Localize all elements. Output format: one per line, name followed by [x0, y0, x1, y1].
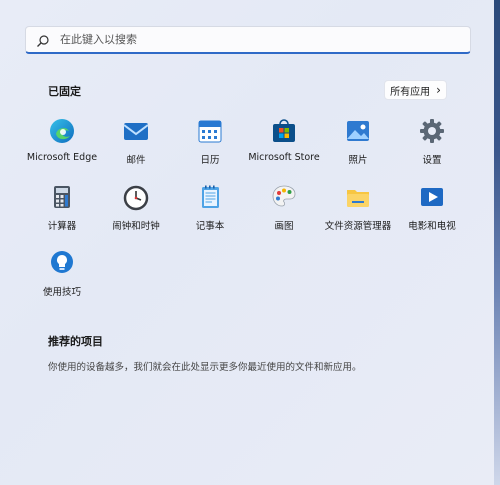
- app-tile-photos[interactable]: 照片: [321, 115, 395, 181]
- clock-icon: [122, 183, 150, 211]
- app-label: 使用技巧: [42, 287, 81, 298]
- search-input[interactable]: [58, 27, 442, 52]
- all-apps-label: 所有应用: [390, 86, 431, 98]
- app-tile-file-explorer[interactable]: 文件资源管理器: [321, 181, 395, 247]
- app-label: 设置: [422, 155, 442, 166]
- mail-icon: [122, 117, 150, 145]
- calculator-icon: [48, 183, 76, 211]
- search-icon: [36, 33, 50, 47]
- tips-icon: [48, 249, 76, 277]
- app-label: 文件资源管理器: [324, 221, 392, 232]
- recommended-title: 推荐的项目: [48, 335, 103, 348]
- app-label: 邮件: [126, 155, 146, 166]
- calendar-icon: [196, 117, 224, 145]
- app-label: 日历: [200, 155, 220, 166]
- search-box[interactable]: [25, 26, 471, 54]
- pinned-title: 已固定: [48, 85, 81, 98]
- app-label: 记事本: [195, 221, 225, 232]
- app-tile-paint[interactable]: 画图: [247, 181, 321, 247]
- movies-tv-icon: [418, 183, 446, 211]
- app-tile-tips[interactable]: 使用技巧: [25, 247, 99, 313]
- app-label: 闹钟和时钟: [112, 221, 160, 232]
- desktop-wallpaper-edge: [494, 0, 500, 485]
- app-label: 电影和电视: [408, 221, 456, 232]
- app-tile-settings[interactable]: 设置: [395, 115, 469, 181]
- app-label: 画图: [274, 221, 294, 232]
- settings-icon: [418, 117, 446, 145]
- paint-icon: [270, 183, 298, 211]
- app-label: 计算器: [47, 221, 77, 232]
- all-apps-button[interactable]: 所有应用 ›: [384, 80, 447, 100]
- photos-icon: [344, 117, 372, 145]
- app-tile-movies-tv[interactable]: 电影和电视: [395, 181, 469, 247]
- app-label: 照片: [348, 155, 368, 166]
- chevron-right-icon: ›: [436, 83, 441, 97]
- app-tile-calculator[interactable]: 计算器: [25, 181, 99, 247]
- app-tile-store[interactable]: Microsoft Store: [247, 115, 321, 181]
- app-label: Microsoft Store: [248, 152, 320, 163]
- notepad-icon: [196, 183, 224, 211]
- app-label: Microsoft Edge: [26, 152, 98, 163]
- file-explorer-icon: [344, 183, 372, 211]
- app-tile-calendar[interactable]: 日历: [173, 115, 247, 181]
- pinned-apps-grid: Microsoft Edge 邮件 日历 Microsoft Store 照片 …: [25, 115, 465, 313]
- app-tile-mail[interactable]: 邮件: [99, 115, 173, 181]
- edge-icon: [48, 117, 76, 145]
- store-icon: [270, 117, 298, 145]
- app-tile-notepad[interactable]: 记事本: [173, 181, 247, 247]
- recommended-empty-text: 你使用的设备越多，我们就会在此处显示更多你最近使用的文件和新应用。: [48, 362, 362, 373]
- app-tile-clock[interactable]: 闹钟和时钟: [99, 181, 173, 247]
- app-tile-edge[interactable]: Microsoft Edge: [25, 115, 99, 181]
